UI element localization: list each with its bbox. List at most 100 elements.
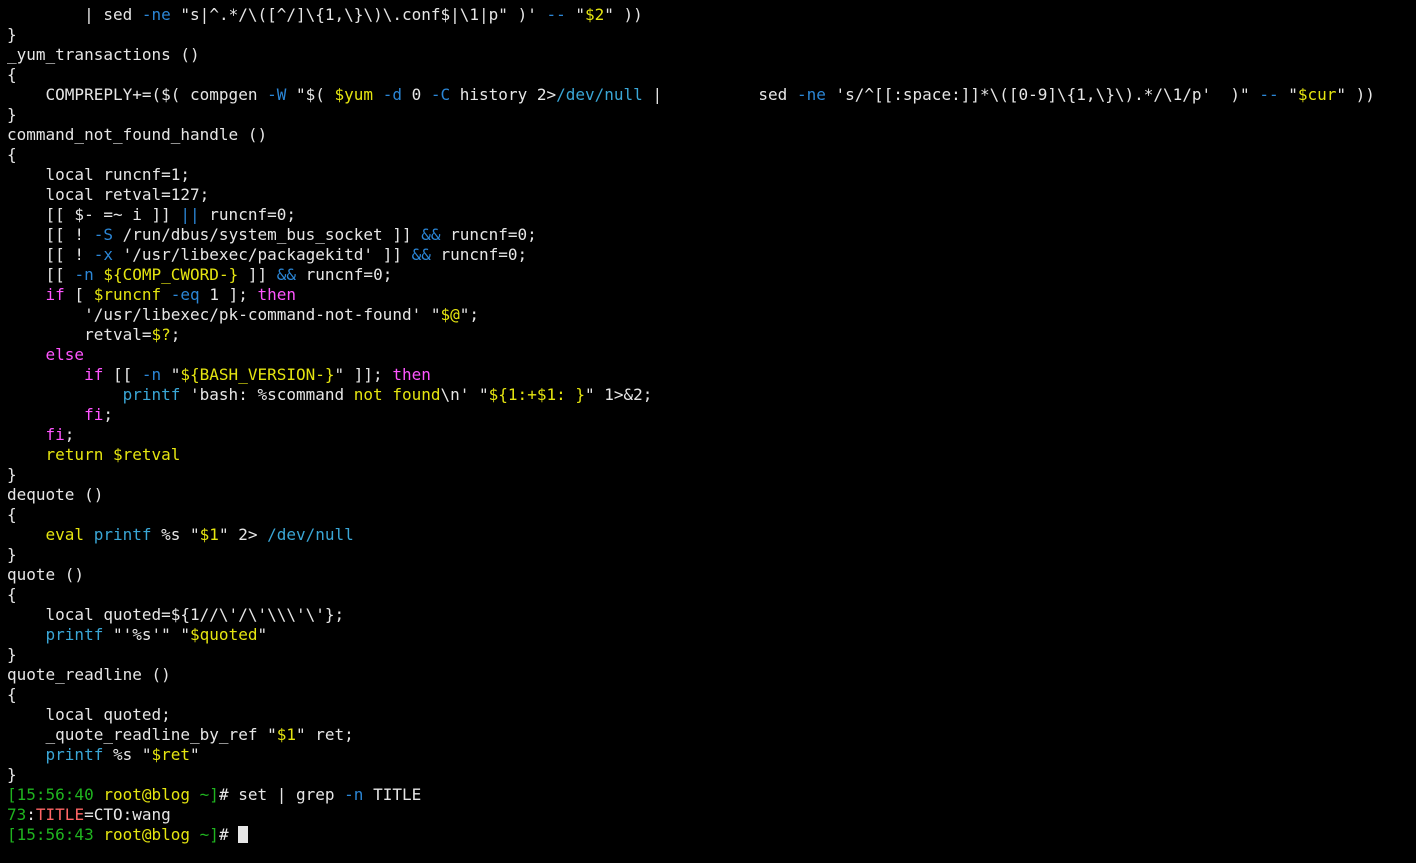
terminal-text: eval xyxy=(45,525,85,544)
terminal-text: " ]]; xyxy=(334,365,393,384)
terminal-line: _quote_readline_by_ref "$1" ret; xyxy=(7,725,1416,745)
terminal-text: "'%s'" " xyxy=(103,625,191,644)
terminal-text: " )) xyxy=(1336,85,1375,104)
terminal-text: local runcnf=1; xyxy=(7,165,191,184)
terminal-line: } xyxy=(7,545,1416,565)
terminal-line: } xyxy=(7,105,1416,125)
terminal-text: command_not_found_handle () xyxy=(7,125,268,144)
terminal-text: 0 xyxy=(401,85,431,104)
terminal-text: runcnf=0; xyxy=(296,265,393,284)
terminal-text: " )) xyxy=(604,5,643,24)
terminal-text: local quoted; xyxy=(7,705,171,724)
terminal-text: " xyxy=(190,745,200,764)
terminal-line: '/usr/libexec/pk-command-not-found' "$@"… xyxy=(7,305,1416,325)
terminal-text: -- xyxy=(1259,85,1279,104)
terminal-line: _yum_transactions () xyxy=(7,45,1416,65)
terminal-text: then xyxy=(257,285,297,304)
terminal-text: -ne xyxy=(141,5,171,24)
terminal-text: # xyxy=(218,825,239,844)
terminal-text: " 2> xyxy=(218,525,268,544)
terminal-text: [[ $- =~ i ]] xyxy=(7,205,181,224)
terminal-text: [ xyxy=(64,285,94,304)
terminal-text: printf xyxy=(93,525,152,544)
terminal-text: ; xyxy=(103,405,113,424)
terminal-text: 'bash: %scommand xyxy=(180,385,354,404)
terminal-text: -n xyxy=(344,785,364,804)
terminal-text: -n xyxy=(74,265,94,284)
terminal-text: ; xyxy=(64,425,75,444)
terminal-text: if xyxy=(45,285,65,304)
terminal-window[interactable]: | sed -ne "s|^.*/\([^/]\{1,\}\)\.conf$|\… xyxy=(0,0,1416,863)
terminal-line: command_not_found_handle () xyxy=(7,125,1416,145)
terminal-text: && xyxy=(411,245,431,264)
terminal-text: /run/dbus/system_bus_socket ]] xyxy=(112,225,422,244)
terminal-text: } xyxy=(7,465,17,484)
terminal-text: return xyxy=(45,445,104,464)
terminal-text: $2 xyxy=(585,5,605,24)
terminal-line: local quoted; xyxy=(7,705,1416,725)
terminal-text: } xyxy=(7,545,17,564)
terminal-text: && xyxy=(276,265,296,284)
terminal-line: printf %s "$ret" xyxy=(7,745,1416,765)
terminal-text: ; xyxy=(170,325,181,344)
terminal-line: return $retval xyxy=(7,445,1416,465)
terminal-text: local retval=127; xyxy=(7,185,210,204)
terminal-line: COMPREPLY+=($( compgen -W "$( $yum -d 0 … xyxy=(7,85,1416,105)
terminal-line: [15:56:40 root@blog ~]# set | grep -n TI… xyxy=(7,785,1416,805)
terminal-line: fi; xyxy=(7,425,1416,445)
terminal-text: runcnf=0; xyxy=(430,245,528,264)
terminal-text: \n' " xyxy=(440,385,489,404)
block-cursor xyxy=(238,826,249,843)
terminal-line: [15:56:43 root@blog ~]# xyxy=(7,825,1416,845)
terminal-line: } xyxy=(7,765,1416,785)
terminal-text: /dev/null xyxy=(556,85,643,104)
terminal-text: printf xyxy=(45,745,104,764)
terminal-text: history 2> xyxy=(450,85,557,104)
terminal-text: -ne xyxy=(796,85,826,104)
terminal-text: 's/^[[:space:]]*\([0-9]\{1,\}\).*/\1/p' … xyxy=(825,85,1260,104)
terminal-text: $@ xyxy=(440,305,460,324)
terminal-text: " xyxy=(161,365,181,384)
terminal-text: then xyxy=(392,365,431,384)
terminal-line: 73:TITLE=CTO:wang xyxy=(7,805,1416,825)
terminal-line: | sed -ne "s|^.*/\([^/]\{1,\}\)\.conf$|\… xyxy=(7,5,1416,25)
terminal-text: } xyxy=(7,25,17,44)
terminal-line: retval=$?; xyxy=(7,325,1416,345)
terminal-text: | sed xyxy=(642,85,797,104)
terminal-text: dequote () xyxy=(7,485,104,504)
terminal-text: -eq xyxy=(170,285,200,304)
terminal-text: " xyxy=(257,625,268,644)
terminal-text: local quoted=${1//\'/\'\\\'\'}; xyxy=(7,605,345,624)
terminal-line: printf "'%s'" "$quoted" xyxy=(7,625,1416,645)
terminal-text: ${BASH_VERSION-} xyxy=(180,365,335,384)
terminal-text: TITLE xyxy=(363,785,422,804)
terminal-line: printf 'bash: %scommand not found\n' "${… xyxy=(7,385,1416,405)
terminal-text: $1 xyxy=(199,525,219,544)
terminal-text: # set | grep xyxy=(218,785,345,804)
terminal-text: printf xyxy=(45,625,104,644)
terminal-text: $ret xyxy=(151,745,191,764)
terminal-text: } xyxy=(7,105,17,124)
terminal-text: | xyxy=(7,5,104,24)
terminal-line: { xyxy=(7,65,1416,85)
terminal-line: { xyxy=(7,505,1416,525)
terminal-text: "s|^.*/\([^/]\{1,\}\)\.conf$|\1|p" )' xyxy=(170,5,547,24)
terminal-text: ${COMP_CWORD-} xyxy=(103,265,239,284)
terminal-text: runcnf=0; xyxy=(440,225,537,244)
terminal-text: [[ xyxy=(7,265,75,284)
terminal-line: quote () xyxy=(7,565,1416,585)
terminal-text: } xyxy=(7,645,17,664)
terminal-text: '/usr/libexec/packagekitd' ]] xyxy=(112,245,412,264)
terminal-text: $cur xyxy=(1297,85,1337,104)
terminal-line: eval printf %s "$1" 2> /dev/null xyxy=(7,525,1416,545)
terminal-text: not found xyxy=(353,385,441,404)
